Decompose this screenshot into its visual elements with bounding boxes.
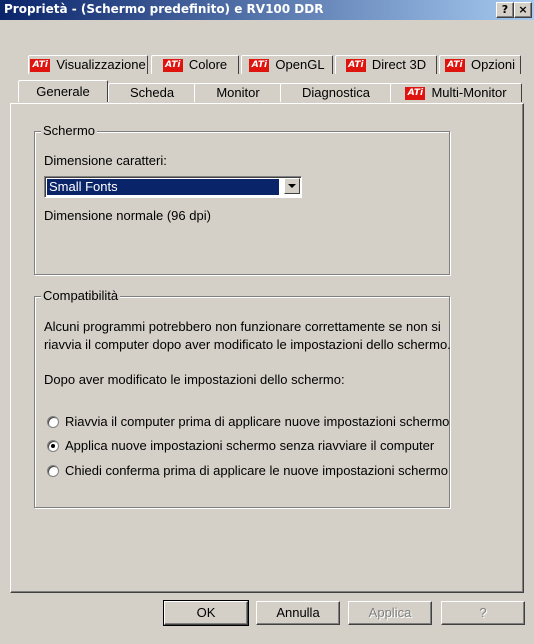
font-size-select[interactable]: Small Fonts (44, 176, 302, 198)
tab-colore[interactable]: ATi Colore (151, 55, 239, 74)
tab-label: Colore (188, 57, 228, 72)
radio-option-restart[interactable]: Riavvia il computer prima di applicare n… (47, 414, 449, 429)
radio-label: Riavvia il computer prima di applicare n… (65, 414, 450, 429)
cancel-button[interactable]: Annulla (256, 601, 340, 625)
dpi-text: Dimensione normale (96 dpi) (44, 208, 211, 223)
group-legend: Compatibilità (41, 288, 121, 303)
tab-generale[interactable]: Generale (18, 80, 108, 102)
font-size-label: Dimensione caratteri: (44, 153, 167, 168)
radio-button[interactable] (47, 464, 59, 477)
ati-logo-icon: ATi (162, 58, 183, 72)
tab-diagnostica[interactable]: Diagnostica (280, 83, 392, 102)
help-title-button[interactable]: ? (496, 2, 514, 18)
tab-label: Generale (36, 83, 90, 99)
chevron-down-icon[interactable] (284, 178, 300, 194)
ok-button[interactable]: OK (163, 600, 249, 626)
radio-label: Chiedi conferma prima di applicare le nu… (65, 463, 448, 478)
tab-label: Scheda (129, 85, 175, 100)
tab-label: Multi-Monitor (431, 85, 507, 100)
tab-label: Monitor (216, 85, 260, 100)
window-title: Proprietà - (Schermo predefinito) e RV10… (4, 2, 324, 16)
ati-logo-icon: ATi (405, 86, 426, 100)
tab-label: Direct 3D (371, 57, 427, 72)
tab-scheda[interactable]: Scheda (108, 83, 196, 102)
ati-logo-icon: ATi (345, 58, 366, 72)
compat-desc-line2: riavvia il computer dopo aver modificato… (44, 337, 451, 352)
close-button[interactable]: × (514, 2, 532, 18)
apply-button[interactable]: Applica (348, 601, 432, 625)
tab-multi-monitor[interactable]: ATi Multi-Monitor (390, 83, 522, 102)
help-button[interactable]: ? (441, 601, 525, 625)
compat-desc-line1: Alcuni programmi potrebbero non funziona… (44, 319, 441, 334)
radio-label: Applica nuove impostazioni schermo senza… (65, 438, 435, 453)
ati-logo-icon: ATi (249, 58, 270, 72)
tab-label: Visualizzazione (56, 57, 146, 72)
tab-opzioni[interactable]: ATi Opzioni (439, 55, 521, 74)
radio-option-ask[interactable]: Chiedi conferma prima di applicare le nu… (47, 463, 448, 478)
tab-visualizzazione[interactable]: ATi Visualizzazione (28, 55, 148, 74)
group-legend: Schermo (41, 123, 98, 138)
compat-after-label: Dopo aver modificato le impostazioni del… (44, 372, 345, 387)
tab-label: OpenGL (275, 57, 325, 72)
ati-logo-icon: ATi (444, 58, 465, 72)
title-bar[interactable]: Proprietà - (Schermo predefinito) e RV10… (0, 0, 534, 20)
ati-logo-icon: ATi (30, 58, 51, 72)
tab-label: Diagnostica (302, 85, 370, 100)
font-size-value: Small Fonts (47, 179, 279, 195)
tab-monitor[interactable]: Monitor (194, 83, 282, 102)
tab-opengl[interactable]: ATi OpenGL (241, 55, 333, 74)
radio-button[interactable] (47, 439, 59, 452)
tab-label: Opzioni (470, 57, 516, 72)
tab-direct-3d[interactable]: ATi Direct 3D (335, 55, 437, 74)
radio-button[interactable] (47, 415, 59, 428)
radio-option-apply-no-restart[interactable]: Applica nuove impostazioni schermo senza… (47, 438, 434, 453)
